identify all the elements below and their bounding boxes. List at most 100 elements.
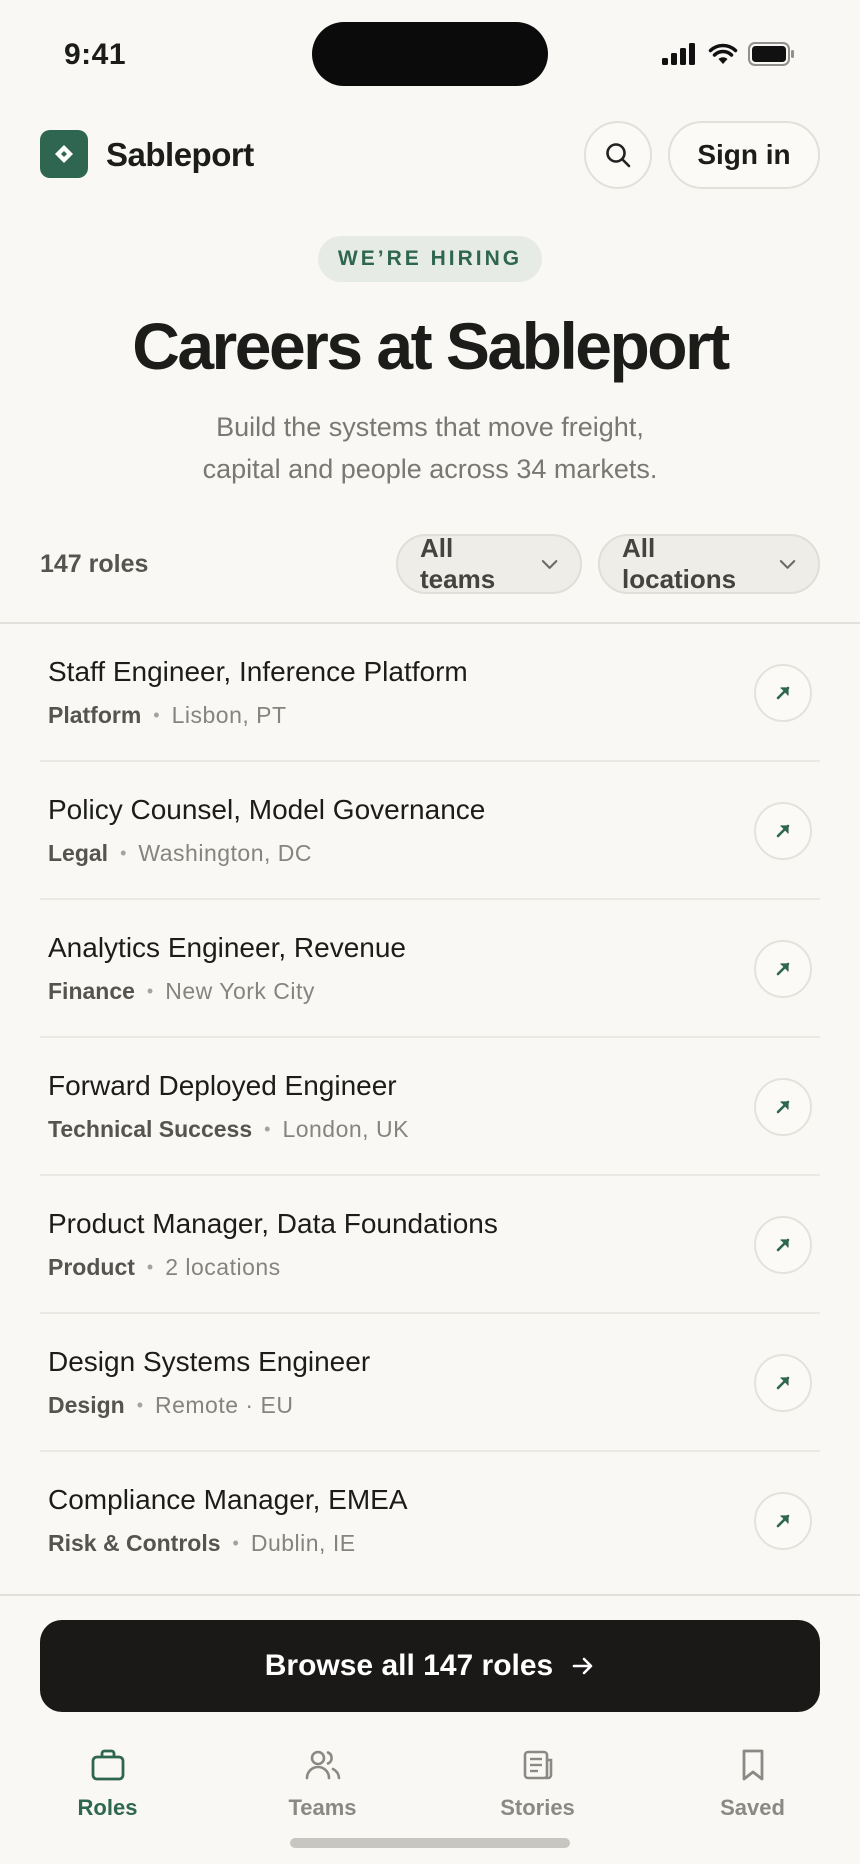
arrow-up-right-icon — [776, 1514, 790, 1528]
arrow-up-right-icon — [776, 962, 790, 976]
teams-filter-label: All teams — [420, 533, 496, 594]
separator-dot: • — [136, 1395, 143, 1415]
separator-dot: • — [232, 1533, 239, 1553]
open-role-button[interactable] — [754, 1216, 812, 1274]
role-team: Platform — [48, 702, 142, 728]
role-title[interactable]: Product Manager, Data Foundations — [48, 1208, 498, 1240]
role-location: 2 locations — [165, 1254, 281, 1280]
role-location: London, UK — [282, 1116, 409, 1142]
subtitle-line-2: capital and people across 34 markets. — [202, 454, 658, 484]
separator-dot: • — [153, 705, 160, 725]
arrow-up-right-icon — [776, 824, 790, 838]
arrow-right-icon — [572, 1657, 593, 1675]
role-location: Dublin, IE — [250, 1530, 356, 1556]
tab-teams[interactable]: Teams — [215, 1740, 430, 1840]
role-row[interactable]: Staff Engineer, Inference Platform Platf… — [40, 624, 820, 762]
role-meta: Finance • New York City — [48, 978, 315, 1005]
diamond-logo-icon — [55, 145, 73, 163]
status-bar: 9:41 — [0, 0, 860, 104]
roles-count: 147 roles — [40, 550, 149, 578]
roles-list: Staff Engineer, Inference Platform Platf… — [40, 624, 820, 1590]
arrow-up-right-icon — [776, 1376, 790, 1390]
role-title[interactable]: Analytics Engineer, Revenue — [48, 932, 406, 964]
open-role-button[interactable] — [754, 1078, 812, 1136]
brand-name[interactable]: Sableport — [106, 136, 254, 174]
role-meta: Risk & Controls • Dublin, IE — [48, 1530, 356, 1557]
role-meta: Legal • Washington, DC — [48, 840, 312, 867]
top-header: Sableport Sign in — [0, 104, 860, 204]
role-row[interactable]: Analytics Engineer, Revenue Finance • Ne… — [40, 900, 820, 1038]
arrow-up-right-icon — [776, 1238, 790, 1252]
hiring-badge: WE’RE HIRING — [318, 236, 542, 282]
role-title[interactable]: Policy Counsel, Model Governance — [48, 794, 485, 826]
tab-stories[interactable]: Stories — [430, 1740, 645, 1840]
open-role-button[interactable] — [754, 664, 812, 722]
wifi-icon — [708, 43, 738, 64]
battery-icon — [748, 42, 794, 66]
open-role-button[interactable] — [754, 940, 812, 998]
search-button[interactable] — [584, 121, 652, 189]
role-title[interactable]: Forward Deployed Engineer — [48, 1070, 397, 1102]
role-location: Washington, DC — [138, 840, 312, 866]
role-team: Technical Success — [48, 1116, 253, 1142]
tab-label: Stories — [500, 1795, 575, 1820]
separator-dot: • — [146, 981, 154, 1001]
role-title[interactable]: Design Systems Engineer — [48, 1346, 370, 1378]
role-location: New York City — [165, 978, 315, 1004]
home-indicator — [290, 1838, 570, 1848]
role-location: Remote · EU — [155, 1392, 294, 1418]
role-location: Lisbon, PT — [171, 702, 287, 728]
briefcase-icon — [90, 1748, 126, 1787]
status-time: 9:41 — [64, 38, 127, 71]
role-title[interactable]: Compliance Manager, EMEA — [48, 1484, 408, 1516]
role-row[interactable]: Design Systems Engineer Design • Remote … — [40, 1314, 820, 1452]
bookmark-icon — [738, 1748, 768, 1787]
role-row[interactable]: Policy Counsel, Model Governance Legal •… — [40, 762, 820, 900]
role-row[interactable]: Product Manager, Data Foundations Produc… — [40, 1176, 820, 1314]
open-role-button[interactable] — [754, 1354, 812, 1412]
role-meta: Platform • Lisbon, PT — [48, 702, 287, 729]
browse-all-roles-button[interactable]: Browse all 147 roles — [40, 1620, 820, 1712]
role-team: Design — [48, 1392, 125, 1418]
separator-dot: • — [264, 1119, 271, 1139]
role-meta: Product • 2 locations — [48, 1254, 281, 1281]
open-role-button[interactable] — [754, 802, 812, 860]
page-subtitle: Build the systems that move freight, cap… — [140, 406, 720, 490]
newspaper-icon — [521, 1748, 555, 1787]
status-icons — [662, 42, 796, 66]
role-meta: Design • Remote · EU — [48, 1392, 293, 1419]
tab-roles[interactable]: Roles — [0, 1740, 215, 1840]
search-icon — [606, 143, 631, 168]
role-team: Risk & Controls — [48, 1530, 221, 1556]
cellular-signal-icon — [662, 43, 695, 65]
open-role-button[interactable] — [754, 1492, 812, 1550]
arrow-up-right-icon — [776, 686, 790, 700]
tab-label: Roles — [77, 1795, 138, 1820]
role-meta: Technical Success • London, UK — [48, 1116, 409, 1143]
role-team: Product — [48, 1254, 135, 1280]
sign-in-button[interactable]: Sign in — [668, 121, 820, 189]
separator-dot: • — [146, 1257, 154, 1277]
people-icon — [304, 1748, 342, 1787]
subtitle-line-1: Build the systems that move freight, — [216, 412, 644, 442]
browse-all-label: Browse all 147 roles — [264, 1649, 554, 1682]
role-row[interactable]: Compliance Manager, EMEA Risk & Controls… — [40, 1452, 820, 1590]
logo-mark[interactable] — [40, 130, 88, 178]
locations-filter-label: All locations — [622, 533, 737, 594]
role-row[interactable]: Forward Deployed Engineer Technical Succ… — [40, 1038, 820, 1176]
dynamic-island — [312, 22, 548, 86]
bottom-tab-bar: Roles Teams Stories Saved — [0, 1740, 860, 1840]
tab-label: Saved — [720, 1795, 785, 1820]
role-team: Finance — [48, 978, 135, 1004]
tab-saved[interactable]: Saved — [645, 1740, 860, 1840]
tab-label: Teams — [288, 1795, 357, 1820]
separator-dot: • — [120, 843, 127, 863]
teams-filter-dropdown[interactable]: All teams — [396, 533, 582, 594]
page-title: Careers at Sableport — [132, 309, 730, 383]
role-team: Legal — [48, 840, 109, 866]
locations-filter-dropdown[interactable]: All locations — [598, 533, 820, 594]
chevron-down-icon — [541, 560, 558, 569]
arrow-up-right-icon — [776, 1100, 790, 1114]
chevron-down-icon — [779, 560, 796, 569]
role-title[interactable]: Staff Engineer, Inference Platform — [48, 656, 468, 688]
